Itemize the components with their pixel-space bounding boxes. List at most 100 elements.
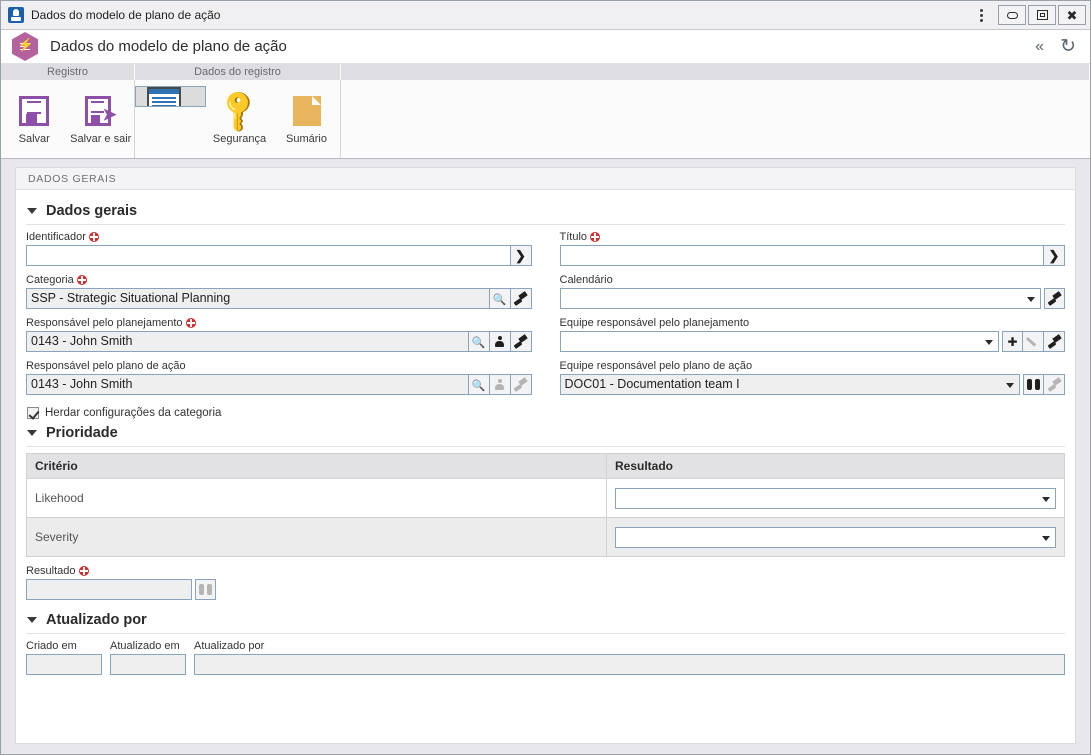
ribbon-tab-filler	[341, 64, 1090, 80]
chevron-down-icon	[1006, 383, 1014, 388]
chevron-down-icon	[27, 617, 37, 623]
chevron-down-icon	[27, 208, 37, 214]
control-resultado	[26, 579, 1065, 600]
clear-brush-icon[interactable]	[510, 288, 532, 309]
label-titulo: Título	[560, 231, 1066, 243]
ribbon-tab-registro[interactable]: Registro	[1, 64, 135, 80]
ribbon: Registro Dados do registro Salvar ➤ Salv…	[1, 64, 1090, 159]
required-icon	[78, 566, 89, 576]
minimize-button[interactable]	[998, 5, 1026, 25]
label-responsavel-plano-text: Responsável pelo plano de ação	[26, 360, 186, 372]
label-equipe-plano-text: Equipe responsável pelo plano de ação	[559, 360, 753, 372]
control-responsavel-planejamento: 0143 - John Smith	[26, 331, 532, 352]
search-icon[interactable]	[489, 288, 511, 309]
collapse-icon[interactable]: «	[1035, 38, 1044, 55]
required-icon	[76, 275, 87, 285]
categoria-input[interactable]: SSP - Strategic Situational Planning	[26, 288, 490, 309]
col-identificador: Identificador ❯	[26, 231, 532, 274]
checkbox-icon[interactable]	[27, 407, 39, 419]
field-atualizado-em: Atualizado em	[110, 640, 186, 675]
bolt-glyph: ⚡	[17, 37, 34, 52]
ribbon-button-sumario[interactable]: Sumário	[273, 86, 340, 148]
add-icon[interactable]: ✚	[1002, 331, 1023, 352]
equipe-plano-select[interactable]: DOC01 - Documentation team I	[559, 374, 1020, 395]
section-atualizado-por[interactable]: Atualizado por	[26, 608, 1065, 633]
identificador-input[interactable]	[26, 245, 511, 266]
field-categoria: Categoria SSP - Strategic Situational Pl…	[26, 274, 532, 309]
ribbon-button-sumario-label: Sumário	[286, 133, 327, 145]
col-categoria: Categoria SSP - Strategic Situational Pl…	[26, 274, 532, 317]
cell-resultado-likehood	[606, 478, 1065, 518]
label-titulo-text: Título	[559, 231, 588, 243]
ribbon-tab-dados-do-registro[interactable]: Dados do registro	[135, 64, 341, 80]
row-atualizado-por: Criado em Atualizado em Atualizado por	[26, 640, 1065, 675]
close-button[interactable]: ✖	[1058, 5, 1086, 25]
calendario-select[interactable]	[559, 288, 1041, 309]
header-actions: « ↻	[1035, 37, 1076, 56]
edit-pencil-icon	[1023, 331, 1044, 352]
person-icon	[489, 374, 511, 395]
divider	[26, 633, 1065, 634]
label-identificador-text: Identificador	[26, 231, 86, 243]
checkbox-herdar-configuracoes[interactable]: Herdar configurações da categoria	[27, 407, 1065, 419]
page-header: ⚡ Dados do modelo de plano de ação « ↻	[1, 30, 1090, 64]
clear-brush-icon[interactable]	[1044, 331, 1065, 352]
label-atualizado-em-text: Atualizado em	[110, 640, 180, 652]
binoculars-icon[interactable]	[1023, 374, 1044, 395]
person-icon[interactable]	[489, 331, 511, 352]
clear-brush-icon[interactable]	[1044, 288, 1065, 309]
col-titulo: Título ❯	[559, 231, 1066, 274]
chevron-right-icon[interactable]: ❯	[510, 245, 532, 266]
section-prioridade[interactable]: Prioridade	[26, 421, 1065, 446]
clear-brush-icon[interactable]	[510, 331, 532, 352]
title-bar: Dados do modelo de plano de ação ✖	[1, 1, 1090, 30]
ribbon-group-empty	[341, 80, 1090, 158]
col-calendario: Calendário	[559, 274, 1066, 317]
binoculars-icon	[195, 579, 216, 600]
atualizado-em-input	[110, 654, 186, 675]
ribbon-button-dados-gerais[interactable]: Dados gerais	[135, 86, 206, 107]
divider	[26, 446, 1065, 447]
resultado-input	[26, 579, 192, 600]
floppy-disk-icon	[19, 90, 50, 132]
chevron-down-icon	[27, 430, 37, 436]
row-responsavel-equipe-plano: Responsável pelo plano de ação 0143 - Jo…	[26, 360, 1065, 403]
chevron-down-icon	[1027, 297, 1035, 302]
equipe-planejamento-select[interactable]	[559, 331, 999, 352]
ribbon-group-registro: Salvar ➤ Salvar e sair	[1, 80, 135, 158]
refresh-icon[interactable]: ↻	[1060, 37, 1076, 56]
field-equipe-planejamento: Equipe responsável pelo planejamento ✚	[559, 317, 1065, 352]
maximize-icon	[1036, 10, 1048, 20]
required-icon	[590, 232, 601, 242]
control-responsavel-plano: 0143 - John Smith	[26, 374, 532, 395]
responsavel-planejamento-input[interactable]: 0143 - John Smith	[26, 331, 469, 352]
row-responsavel-equipe-planejamento: Responsável pelo planejamento 0143 - Joh…	[26, 317, 1065, 360]
criado-em-input	[26, 654, 102, 675]
column-criterio: Critério	[26, 453, 607, 479]
label-calendario-text: Calendário	[559, 274, 613, 286]
field-responsavel-planejamento: Responsável pelo planejamento 0143 - Joh…	[26, 317, 532, 352]
ribbon-button-salvar[interactable]: Salvar	[1, 86, 68, 148]
field-titulo: Título ❯	[559, 231, 1066, 266]
field-resultado: Resultado	[26, 565, 1065, 600]
label-responsavel-plano: Responsável pelo plano de ação	[26, 360, 532, 372]
search-icon[interactable]	[468, 331, 490, 352]
window-title: Dados do modelo de plano de ação	[31, 8, 221, 22]
titulo-input[interactable]	[559, 245, 1044, 266]
label-criado-em: Criado em	[26, 640, 102, 652]
chevron-right-icon[interactable]: ❯	[1044, 245, 1065, 266]
module-icon: ⚡	[12, 32, 38, 61]
label-resultado: Resultado	[26, 565, 1065, 577]
maximize-button[interactable]	[1028, 5, 1056, 25]
divider	[26, 224, 1065, 225]
ribbon-button-salvar-e-sair[interactable]: ➤ Salvar e sair	[68, 86, 135, 148]
likehood-result-select[interactable]	[615, 487, 1056, 509]
label-categoria: Categoria	[26, 274, 532, 286]
label-calendario: Calendário	[560, 274, 1066, 286]
ribbon-button-seguranca[interactable]: 🔑 Segurança	[206, 86, 273, 148]
section-dados-gerais[interactable]: Dados gerais	[26, 199, 1065, 224]
more-options-icon[interactable]	[966, 1, 996, 30]
page-title: Dados do modelo de plano de ação	[50, 38, 287, 55]
label-responsavel-planejamento-text: Responsável pelo planejamento	[26, 317, 183, 329]
severity-result-select[interactable]	[615, 526, 1056, 548]
